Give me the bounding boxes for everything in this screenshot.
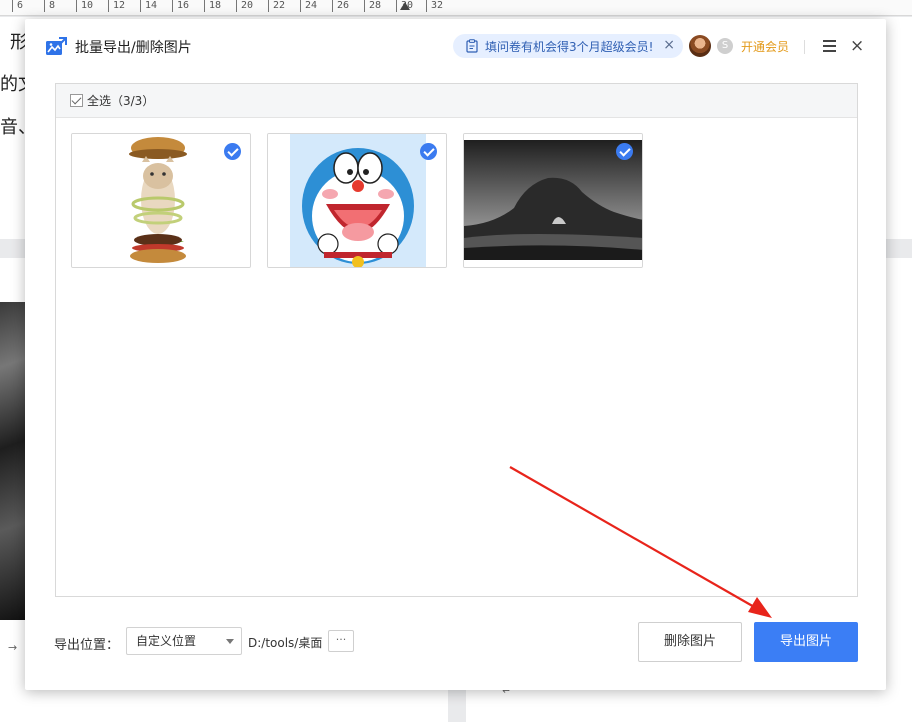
hamburger-menu-icon[interactable]: [823, 40, 836, 52]
ruler-tick: 10: [76, 0, 93, 12]
ruler-tick: 8: [44, 0, 55, 12]
selected-check-icon[interactable]: [420, 143, 437, 160]
select-all-label[interactable]: 全选（3/3）: [87, 92, 154, 109]
select-all-bar: 全选（3/3）: [56, 84, 857, 118]
horizontal-ruler: 6 8 10 12 14 16 18 20 22 24 26 28 30 32: [0, 0, 912, 16]
dialog-header: 批量导出/删除图片 填问卷有机会得3个月超级会员! × S 开通会员 ×: [25, 19, 886, 71]
user-avatar[interactable]: [689, 35, 711, 57]
image-list-panel: 全选（3/3）: [55, 83, 858, 597]
ruler-tick: 22: [268, 0, 285, 12]
ruler-tick: 20: [236, 0, 253, 12]
ruler-indent-marker[interactable]: [400, 2, 410, 10]
export-location-select[interactable]: 自定义位置: [126, 627, 242, 655]
image-export-icon: [46, 37, 67, 55]
header-divider: [804, 40, 805, 54]
ruler-tick: 16: [172, 0, 189, 12]
selected-check-icon[interactable]: [616, 143, 633, 160]
image-thumbnail[interactable]: [267, 133, 447, 268]
ruler-tick: 28: [364, 0, 381, 12]
selected-check-icon[interactable]: [224, 143, 241, 160]
ruler-tick: 18: [204, 0, 221, 12]
ruler-tick: 32: [426, 0, 443, 12]
promo-text: 填问卷有机会得3个月超级会员!: [485, 39, 654, 54]
export-images-button[interactable]: 导出图片: [754, 622, 858, 662]
open-vip-link[interactable]: 开通会员: [741, 38, 789, 55]
caret-down-icon: [226, 639, 234, 644]
select-all-checkbox[interactable]: [70, 94, 83, 107]
export-location-label: 导出位置：: [54, 638, 120, 653]
dialog-title: 批量导出/删除图片: [75, 40, 192, 56]
ruler-tick: 24: [300, 0, 317, 12]
browse-path-button[interactable]: ···: [328, 630, 354, 652]
export-path: D:/tools/桌面: [248, 636, 323, 650]
batch-export-dialog: 批量导出/删除图片 填问卷有机会得3个月超级会员! × S 开通会员 × 全选（…: [25, 19, 886, 690]
image-thumbnail[interactable]: [71, 133, 251, 268]
promo-close-icon[interactable]: ×: [663, 37, 675, 53]
ruler-tick: 6: [12, 0, 23, 12]
ruler-tick: 14: [140, 0, 157, 12]
document-mark: →: [8, 641, 18, 654]
vip-badge-icon: S: [717, 38, 733, 54]
survey-promo-banner[interactable]: 填问卷有机会得3个月超级会员! ×: [453, 34, 683, 58]
ruler-tick: 26: [332, 0, 349, 12]
document-embedded-image: [0, 302, 26, 620]
ruler-tick: 12: [108, 0, 125, 12]
dialog-close-icon[interactable]: ×: [850, 36, 864, 56]
export-location-value: 自定义位置: [136, 634, 197, 648]
image-thumbnail[interactable]: [463, 133, 643, 268]
delete-images-button[interactable]: 删除图片: [638, 622, 742, 662]
clipboard-icon: [466, 39, 478, 53]
